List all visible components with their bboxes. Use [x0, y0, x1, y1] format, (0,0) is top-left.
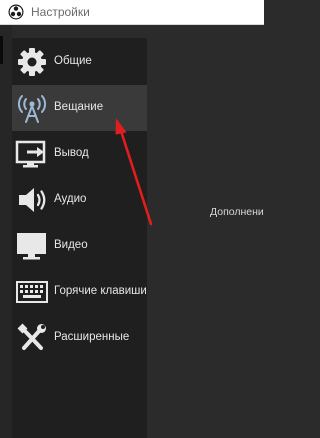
speaker-icon — [19, 188, 46, 212]
keyboard-icon — [16, 281, 48, 303]
sidebar-item-label: Аудио — [54, 193, 87, 205]
content-partial-label: Дополнени — [210, 206, 264, 218]
sidebar-item-general[interactable]: Общие — [12, 39, 147, 85]
tools-icon — [17, 323, 46, 350]
sidebar-item-label: Видео — [54, 239, 88, 251]
sidebar-item-label: Общие — [54, 55, 92, 67]
gear-icon — [18, 48, 46, 76]
sidebar-item-stream[interactable]: Вещание — [12, 85, 147, 131]
sidebar-item-hotkeys[interactable]: Горячие клавиши — [12, 269, 147, 315]
sidebar-item-advanced[interactable]: Расширенные — [12, 315, 147, 361]
main-window-edge — [0, 25, 12, 438]
obs-logo-icon — [8, 4, 24, 20]
sidebar-item-label: Расширенные — [54, 331, 130, 343]
settings-sidebar: Общие Вещание Вывод Аудио Видео Горячие … — [12, 38, 147, 438]
sidebar-item-label: Вывод — [54, 147, 89, 159]
sidebar-item-video[interactable]: Видео — [12, 223, 147, 269]
window-title: Настройки — [31, 5, 90, 19]
title-bar: Настройки — [0, 0, 264, 25]
broadcast-antenna-icon — [18, 95, 46, 123]
monitor-icon — [17, 233, 46, 260]
main-window-edge-accent — [0, 36, 3, 64]
sidebar-item-label: Вещание — [54, 101, 104, 113]
sidebar-item-audio[interactable]: Аудио — [12, 177, 147, 223]
output-monitor-icon — [15, 140, 46, 168]
sidebar-item-output[interactable]: Вывод — [12, 131, 147, 177]
sidebar-item-label: Горячие клавиши — [54, 285, 147, 297]
